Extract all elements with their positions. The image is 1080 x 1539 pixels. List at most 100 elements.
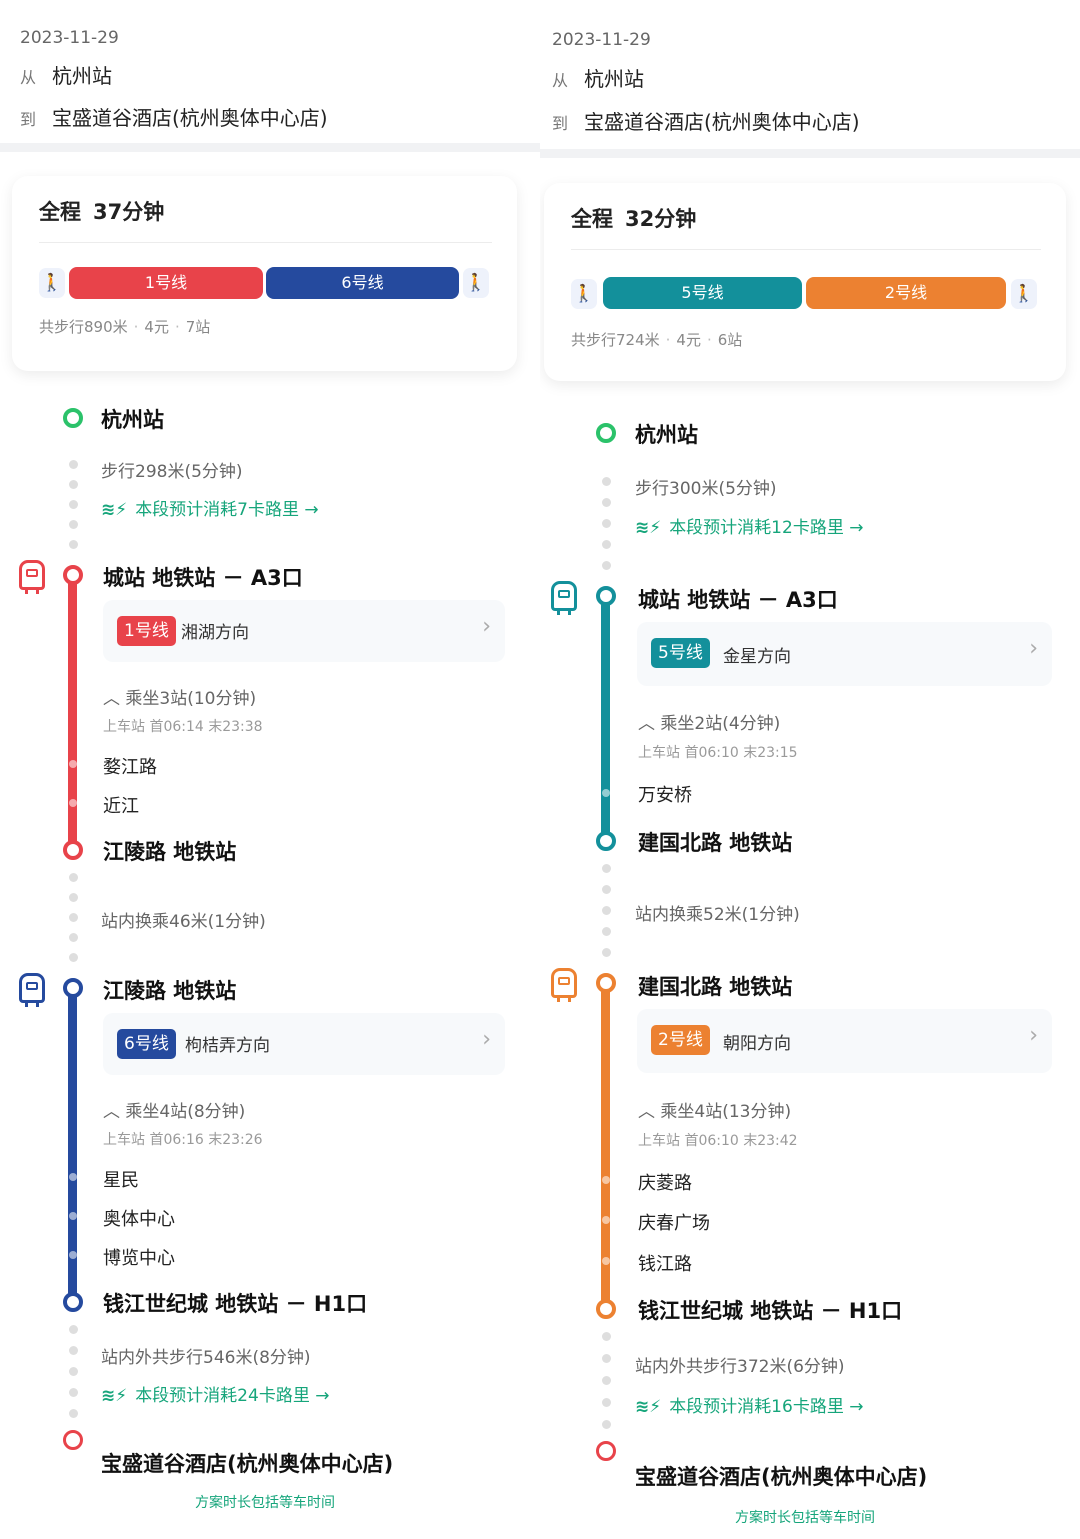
separator: · [665, 331, 671, 349]
walk-dot [69, 460, 78, 469]
train-window [26, 569, 38, 577]
alight-marker [596, 831, 616, 851]
metro-train-icon [551, 968, 577, 1002]
walk-dot [602, 1398, 611, 1407]
walk-dot [602, 948, 611, 957]
ride-toggle[interactable]: ︿ 乘坐2站(4分钟) [638, 709, 780, 734]
total-label: 全程 [39, 200, 81, 224]
walk-dot [602, 498, 611, 507]
route-summary-card[interactable]: 全程 32分钟 🚶 5号线 2号线 🚶 共步行724米 · 4元 · 6站 [544, 183, 1066, 381]
walk-dot [69, 933, 78, 942]
walk-dot [69, 913, 78, 922]
line-info-box[interactable]: 5号线 金星方向 › [637, 622, 1052, 686]
route-meta: 共步行890米 · 4元 · 7站 [39, 316, 210, 337]
chevron-up-icon: ︿ [103, 689, 126, 709]
alight-marker [596, 1299, 616, 1319]
alight-marker [63, 840, 83, 860]
origin-station: 杭州站 [101, 408, 164, 432]
intermediate-stop: 博览中心 [103, 1248, 175, 1269]
train-leg [25, 587, 28, 594]
walk-dot [602, 1376, 611, 1385]
line-direction: 金星方向 [723, 647, 791, 667]
from-place: 杭州站 [584, 67, 644, 91]
trip-date: 2023-11-29 [552, 30, 651, 50]
chevron-right-icon: › [482, 1027, 491, 1052]
transfer-info: 站内换乘52米(1分钟) [635, 905, 800, 925]
line-info-box[interactable]: 1号线 湘湖方向 › [103, 600, 505, 662]
to-place: 宝盛道谷酒店(杭州奥体中心店) [52, 106, 328, 130]
destination-marker [63, 1430, 83, 1450]
calorie-link[interactable]: ≋⚡ 本段预计消耗24卡路里 → [101, 1381, 329, 1406]
stop-dot [69, 1251, 77, 1259]
walk-distance: 共步行890米 [39, 318, 128, 336]
walk-dot [602, 540, 611, 549]
line-bar-1: 1号线 [69, 267, 263, 299]
boarding-station: 城站 地铁站 － A3口 [638, 588, 838, 612]
total-time: 全程 37分钟 [39, 196, 164, 226]
chevron-up-icon: ︿ [638, 1102, 661, 1122]
destination-name: 宝盛道谷酒店(杭州奥体中心店) [635, 1465, 928, 1489]
route-meta: 共步行724米 · 4元 · 6站 [571, 329, 742, 350]
ride-info: 乘坐2站(4分钟) [660, 714, 781, 734]
walk-dot [602, 519, 611, 528]
line-direction: 朝阳方向 [723, 1034, 791, 1054]
separator: · [133, 318, 139, 336]
route-option-1: 2023-11-29 从杭州站 到宝盛道谷酒店(杭州奥体中心店) 全程 37分钟 … [0, 0, 540, 1539]
service-times: 上车站 首06:10 末23:42 [638, 1133, 798, 1149]
calorie-link[interactable]: ≋⚡ 本段预计消耗12卡路里 → [635, 513, 863, 538]
line-info-box[interactable]: 6号线 枸桔弄方向 › [103, 1013, 505, 1075]
ride-info: 乘坐4站(8分钟) [125, 1102, 246, 1122]
running-leaf-icon: ≋⚡ [101, 500, 128, 520]
train-window [558, 590, 570, 598]
line-badge: 5号线 [651, 638, 710, 668]
walk-segment: 站内外共步行372米(6分钟) [635, 1357, 845, 1377]
footnote: 方案时长包括等车时间 [195, 1495, 335, 1511]
walking-person-icon: 🚶 [571, 279, 597, 309]
calorie-text: 本段预计消耗12卡路里 → [669, 518, 864, 538]
ride-toggle[interactable]: ︿ 乘坐3站(10分钟) [103, 684, 256, 709]
stop-count: 6站 [717, 331, 743, 349]
line-bar-1: 5号线 [603, 277, 802, 309]
stop-dot [69, 799, 77, 807]
alighting-station: 建国北路 地铁站 [638, 831, 793, 855]
alighting-station: 江陵路 地铁站 [103, 840, 237, 864]
ride-toggle[interactable]: ︿ 乘坐4站(13分钟) [638, 1097, 791, 1122]
to-row[interactable]: 到宝盛道谷酒店(杭州奥体中心店) [20, 102, 328, 131]
train-leg [36, 587, 39, 594]
walk-dot [602, 561, 611, 570]
origin-marker [63, 408, 83, 428]
walk-dot [602, 864, 611, 873]
from-row[interactable]: 从杭州站 [552, 63, 644, 92]
walk-dot [69, 893, 78, 902]
intermediate-stop: 星民 [103, 1170, 139, 1191]
calorie-text: 本段预计消耗24卡路里 → [135, 1386, 330, 1406]
calorie-link[interactable]: ≋⚡ 本段预计消耗16卡路里 → [635, 1392, 863, 1417]
to-row[interactable]: 到宝盛道谷酒店(杭州奥体中心店) [552, 106, 860, 135]
stop-dot [69, 1212, 77, 1220]
route-summary-card[interactable]: 全程 37分钟 🚶 1号线 6号线 🚶 共步行890米 · 4元 · 7站 [12, 176, 517, 371]
walk-dot [69, 1346, 78, 1355]
fare: 4元 [144, 318, 169, 336]
line-direction: 湘湖方向 [181, 623, 249, 643]
origin-marker [596, 423, 616, 443]
walk-dot [602, 927, 611, 936]
footnote: 方案时长包括等车时间 [735, 1510, 875, 1526]
intermediate-stop: 庆春广场 [638, 1213, 710, 1234]
walk-dot [69, 540, 78, 549]
chevron-right-icon: › [1029, 636, 1038, 661]
calorie-link[interactable]: ≋⚡ 本段预计消耗7卡路里 → [101, 495, 319, 520]
walk-dot [69, 953, 78, 962]
line-badge: 6号线 [117, 1029, 176, 1059]
intermediate-stop: 奥体中心 [103, 1209, 175, 1230]
stop-dot [602, 1216, 610, 1224]
separator: · [174, 318, 180, 336]
total-label: 全程 [571, 207, 613, 231]
walking-person-icon: 🚶 [39, 268, 65, 298]
stop-dot [69, 760, 77, 768]
board-marker [63, 978, 83, 998]
ride-toggle[interactable]: ︿ 乘坐4站(8分钟) [103, 1097, 245, 1122]
total-duration: 32分钟 [625, 207, 697, 231]
line-info-box[interactable]: 2号线 朝阳方向 › [637, 1009, 1052, 1073]
train-window [26, 982, 38, 990]
from-row[interactable]: 从杭州站 [20, 60, 112, 89]
